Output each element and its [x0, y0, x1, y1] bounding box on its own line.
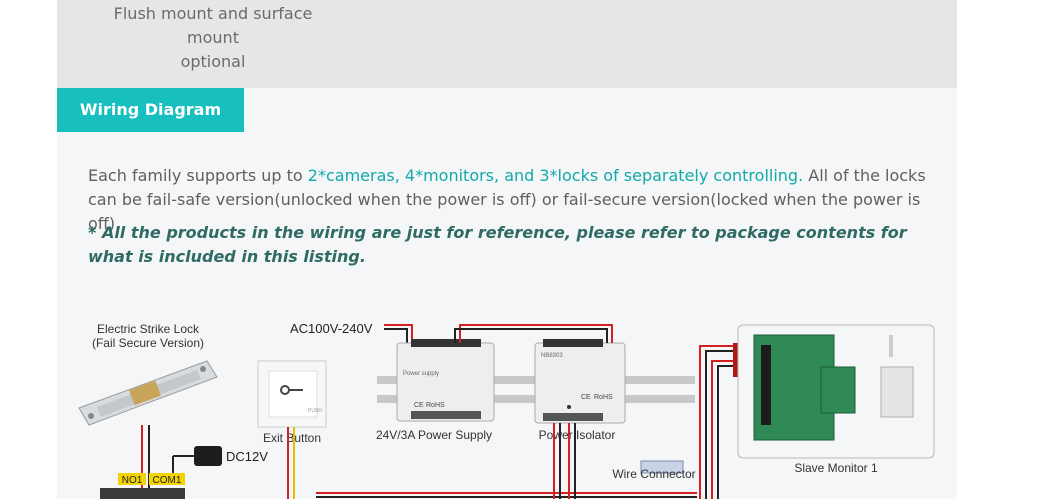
wiring-diagram: Electric Strike Lock (Fail Secure Versio…: [78, 321, 935, 499]
power-supply-label: 24V/3A Power Supply: [376, 428, 492, 442]
power-supply-unit: Power supply CE RoHS: [396, 339, 495, 422]
exit-button: PUSH: [257, 360, 327, 428]
reference-note: * All the products in the wiring are jus…: [88, 223, 907, 266]
mount-option-line-2: optional: [180, 52, 246, 71]
electric-strike-lock: [78, 360, 218, 426]
wiring-diagram-tab[interactable]: Wiring Diagram: [57, 88, 244, 132]
desc-prefix: Each family supports up to: [88, 166, 308, 185]
slave-monitor-device: [737, 324, 935, 459]
top-spec-panel: Flush mount and surface mount optional: [57, 0, 957, 88]
power-isolator-label: Power Isolator: [539, 428, 616, 442]
slave-monitor-label: Slave Monitor 1: [794, 461, 878, 475]
dc-adapter: [194, 446, 222, 466]
psu-ce-mark: CE: [414, 402, 424, 409]
ac-input-label: AC100V-240V: [290, 321, 373, 336]
lock-label-2: (Fail Secure Version): [92, 336, 204, 350]
wire-connector-label: Wire Connector: [612, 467, 695, 481]
push-text: PUSH: [308, 408, 322, 414]
com1-label: COM1: [153, 475, 182, 486]
mount-option-text: Flush mount and surface mount optional: [93, 2, 333, 74]
exit-button-label: Exit Button: [263, 431, 321, 445]
dc12v-label: DC12V: [226, 449, 268, 464]
mount-option-line-1: Flush mount and surface mount: [113, 4, 313, 47]
psu-rohs-mark: RoHS: [426, 402, 445, 409]
lock-label-1: Electric Strike Lock: [97, 322, 200, 336]
no1-label: NO1: [122, 475, 143, 486]
isolator-ce-mark: CE: [581, 394, 591, 401]
desc-highlight: 2*cameras, 4*monitors, and 3*locks of se…: [307, 166, 804, 185]
isolator-rohs-mark: RoHS: [594, 394, 613, 401]
outdoor-terminal: [100, 488, 185, 499]
power-isolator-unit: NB8303 CE RoHS: [534, 339, 626, 424]
wiring-diagram-section: Wiring Diagram Each family supports up t…: [57, 88, 957, 499]
isolator-device-text: NB8303: [541, 353, 563, 359]
psu-device-text: Power supply: [403, 371, 439, 377]
